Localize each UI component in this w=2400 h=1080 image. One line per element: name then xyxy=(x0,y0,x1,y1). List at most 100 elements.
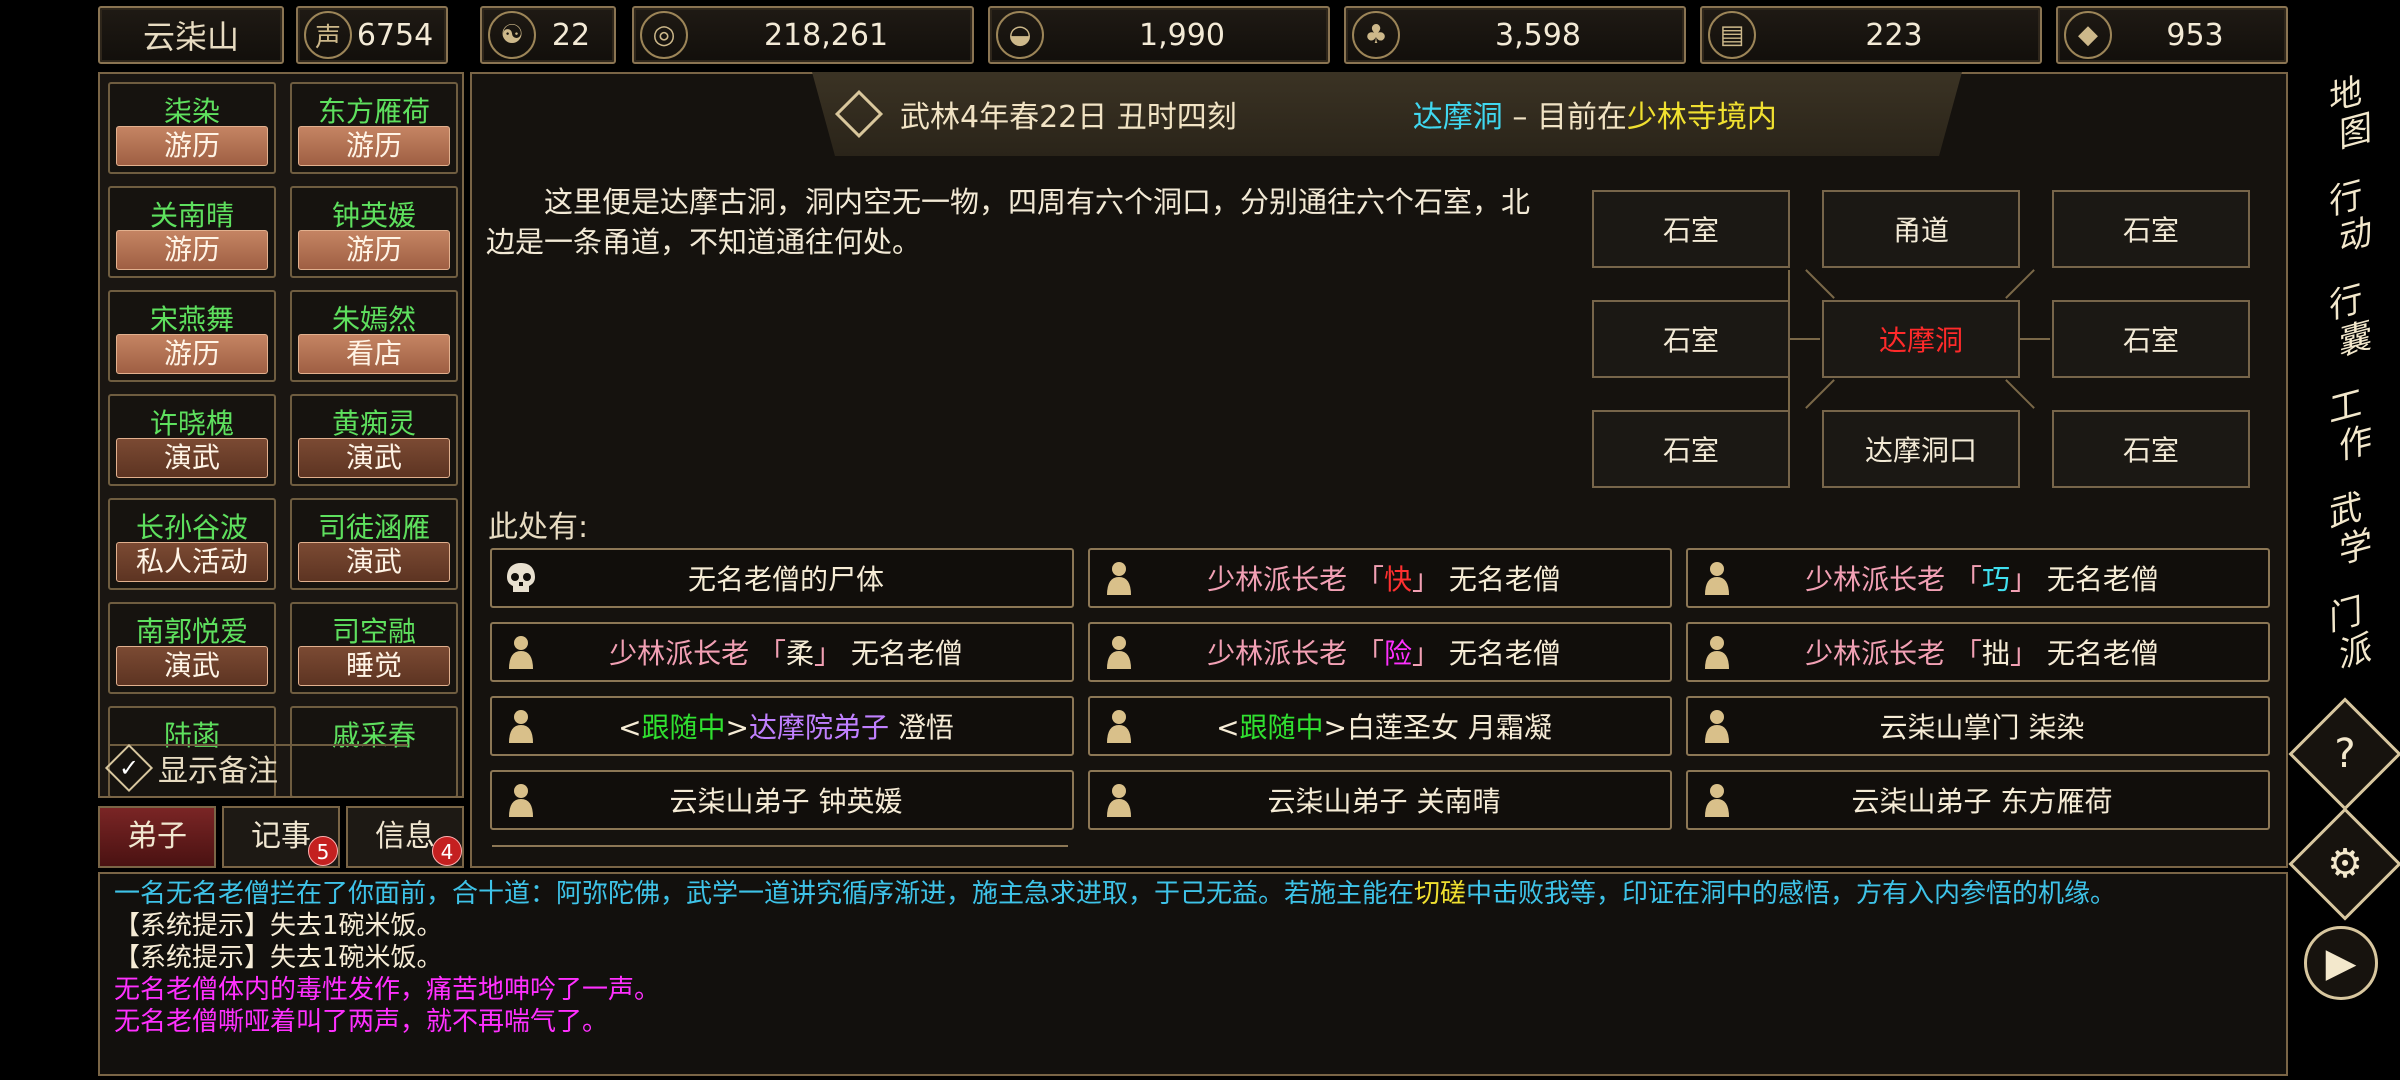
herb-counter[interactable]: ♣ 3,598 xyxy=(1344,6,1686,64)
entity-label-part: < xyxy=(1216,711,1240,744)
log-line: 【系统提示】失去1碗米饭。 xyxy=(114,942,2272,974)
person-icon xyxy=(1698,559,1736,597)
records-badge: 5 xyxy=(308,836,338,866)
ore-icon: ◆ xyxy=(2064,11,2112,59)
entity-scrollbar[interactable] xyxy=(492,845,1068,847)
skull-icon xyxy=(502,559,540,597)
tab-messages[interactable]: 信息 4 xyxy=(346,806,464,868)
log-text: 无名老僧体内的毒性发作，痛苦地呻吟了一声。 xyxy=(114,975,661,1005)
log-text: 切磋 xyxy=(1414,879,1467,909)
entity-label: 少林派长老 「快」 无名老僧 xyxy=(1138,558,1670,598)
play-icon: ▶ xyxy=(2325,940,2357,986)
person-icon xyxy=(502,707,540,745)
settings-button[interactable]: ⚙ xyxy=(2288,807,2400,921)
disciple-card[interactable]: 司徒涵雁 演武 xyxy=(290,498,458,590)
tab-messages-label: 信息 xyxy=(375,819,435,854)
show-notes-toggle[interactable]: ✓ 显示备注 xyxy=(104,743,408,793)
help-button[interactable]: ? xyxy=(2288,697,2400,811)
nav-map-button[interactable]: 地图 xyxy=(2300,72,2396,156)
yin-yang-counter[interactable]: ☯ 22 xyxy=(480,6,616,64)
reputation-counter[interactable]: 声 6754 xyxy=(296,6,448,64)
entity-button[interactable]: 云柒山弟子 钟英媛 xyxy=(490,770,1074,830)
entity-label: 少林派长老 「拙」 无名老僧 xyxy=(1736,632,2268,672)
entity-label-part: 少林派长老 「 xyxy=(1805,563,1982,596)
sect-name: 云柒山 xyxy=(142,18,239,56)
entity-button[interactable]: 少林派长老 「拙」 无名老僧 xyxy=(1686,622,2270,682)
nav-martial-button[interactable]: 武学 xyxy=(2300,488,2396,572)
map-room[interactable]: 石室 xyxy=(2052,190,2250,268)
disciple-card[interactable]: 长孙谷波 私人活动 xyxy=(108,498,276,590)
map-room-current[interactable]: 达摩洞 xyxy=(1822,300,2020,378)
disciple-card[interactable]: 钟英媛 游历 xyxy=(290,186,458,278)
map-room[interactable]: 石室 xyxy=(1592,300,1790,378)
wood-icon: ▤ xyxy=(1708,11,1756,59)
entity-button[interactable]: 少林派长老 「险」 无名老僧 xyxy=(1088,622,1672,682)
nav-sect-button[interactable]: 门派 xyxy=(2300,592,2396,676)
disciple-card[interactable]: 司空融 睡觉 xyxy=(290,602,458,694)
map-room[interactable]: 石室 xyxy=(1592,190,1790,268)
entity-button[interactable]: <跟随中>达摩院弟子 澄悟 xyxy=(490,696,1074,756)
entity-label: 少林派长老 「巧」 无名老僧 xyxy=(1736,558,2268,598)
nav-work-button[interactable]: 工作 xyxy=(2300,384,2396,468)
checkbox-icon: ✓ xyxy=(104,743,154,793)
disciple-card[interactable]: 东方雁荷 游历 xyxy=(290,82,458,174)
herb-value: 3,598 xyxy=(1495,17,1581,53)
scene-description: 这里便是达摩古洞，洞内空无一物，四周有六个洞口，分别通往六个石室，北边是一条甬道… xyxy=(486,185,1531,259)
nav-label: 行囊 xyxy=(2321,279,2375,365)
tab-records[interactable]: 记事 5 xyxy=(222,806,340,868)
nav-action-button[interactable]: 行动 xyxy=(2300,176,2396,260)
entity-label-part: 少林派长老 「 xyxy=(1207,637,1384,670)
entity-button[interactable]: 云柒山弟子 东方雁荷 xyxy=(1686,770,2270,830)
entity-button[interactable]: 少林派长老 「巧」 无名老僧 xyxy=(1686,548,2270,608)
entity-button[interactable]: <跟随中>白莲圣女 月霜凝 xyxy=(1088,696,1672,756)
coin-value: 218,261 xyxy=(763,17,889,53)
map-room[interactable]: 石室 xyxy=(1592,410,1790,488)
entity-button[interactable]: 云柒山掌门 柒染 xyxy=(1686,696,2270,756)
log-text: 【系统提示】失去1碗米饭。 xyxy=(114,943,443,973)
nav-bag-button[interactable]: 行囊 xyxy=(2300,280,2396,364)
map-room[interactable]: 达摩洞口 xyxy=(1822,410,2020,488)
disciple-card[interactable]: 柒染 游历 xyxy=(108,82,276,174)
herb-icon: ♣ xyxy=(1352,11,1400,59)
region-name: 少林寺境内 xyxy=(1626,100,1777,135)
entity-button[interactable]: 少林派长老 「快」 无名老僧 xyxy=(1088,548,1672,608)
reputation-value: 6754 xyxy=(356,17,434,53)
person-icon xyxy=(1100,559,1138,597)
disciple-name: 许晓槐 xyxy=(149,407,234,440)
disciple-card[interactable]: 南郭悦爱 演武 xyxy=(108,602,276,694)
coin-icon: ◎ xyxy=(640,11,688,59)
nav-label: 行动 xyxy=(2321,175,2375,261)
entity-label: 云柒山弟子 东方雁荷 xyxy=(1736,780,2268,820)
entity-label: 少林派长老 「柔」 无名老僧 xyxy=(540,632,1072,672)
tab-disciples[interactable]: 弟子 xyxy=(98,806,216,868)
map-room[interactable]: 石室 xyxy=(2052,300,2250,378)
entity-label-part: 」 xyxy=(2010,563,2047,596)
disciple-status: 演武 xyxy=(298,542,450,582)
sect-name-panel[interactable]: 云柒山 xyxy=(98,6,284,64)
disciple-card[interactable]: 朱嫣然 看店 xyxy=(290,290,458,382)
map-room[interactable]: 甬道 xyxy=(1822,190,2020,268)
wood-value: 223 xyxy=(1865,17,1923,53)
map-room[interactable]: 石室 xyxy=(2052,410,2250,488)
disciple-card[interactable]: 许晓槐 演武 xyxy=(108,394,276,486)
entity-button[interactable]: 无名老僧的尸体 xyxy=(490,548,1074,608)
ore-counter[interactable]: ◆ 953 xyxy=(2056,6,2288,64)
yin-yang-icon: ☯ xyxy=(488,11,536,59)
nav-label: 地图 xyxy=(2321,71,2375,157)
disciple-card[interactable]: 黄痴灵 演武 xyxy=(290,394,458,486)
wood-counter[interactable]: ▤ 223 xyxy=(1700,6,2042,64)
disciple-status: 演武 xyxy=(116,646,268,686)
coin-counter[interactable]: ◎ 218,261 xyxy=(632,6,974,64)
message-log[interactable]: 一名无名老僧拦在了你面前，合十道：阿弥陀佛，武学一道讲究循序渐进，施主急求进取，… xyxy=(98,872,2288,1076)
disciple-status: 演武 xyxy=(298,438,450,478)
disciple-card[interactable]: 关南晴 游历 xyxy=(108,186,276,278)
entity-button[interactable]: 少林派长老 「柔」 无名老僧 xyxy=(490,622,1074,682)
disciple-card[interactable]: 宋燕舞 游历 xyxy=(108,290,276,382)
entity-label-part: 达摩院弟子 xyxy=(749,711,890,744)
rice-counter[interactable]: ◒ 1,990 xyxy=(988,6,1330,64)
game-date: 武林4年春22日 丑时四刻 xyxy=(900,100,1237,135)
entity-button[interactable]: 云柒山弟子 关南晴 xyxy=(1088,770,1672,830)
play-button[interactable]: ▶ xyxy=(2304,926,2378,1000)
map-link xyxy=(2016,338,2050,340)
person-icon xyxy=(1698,707,1736,745)
